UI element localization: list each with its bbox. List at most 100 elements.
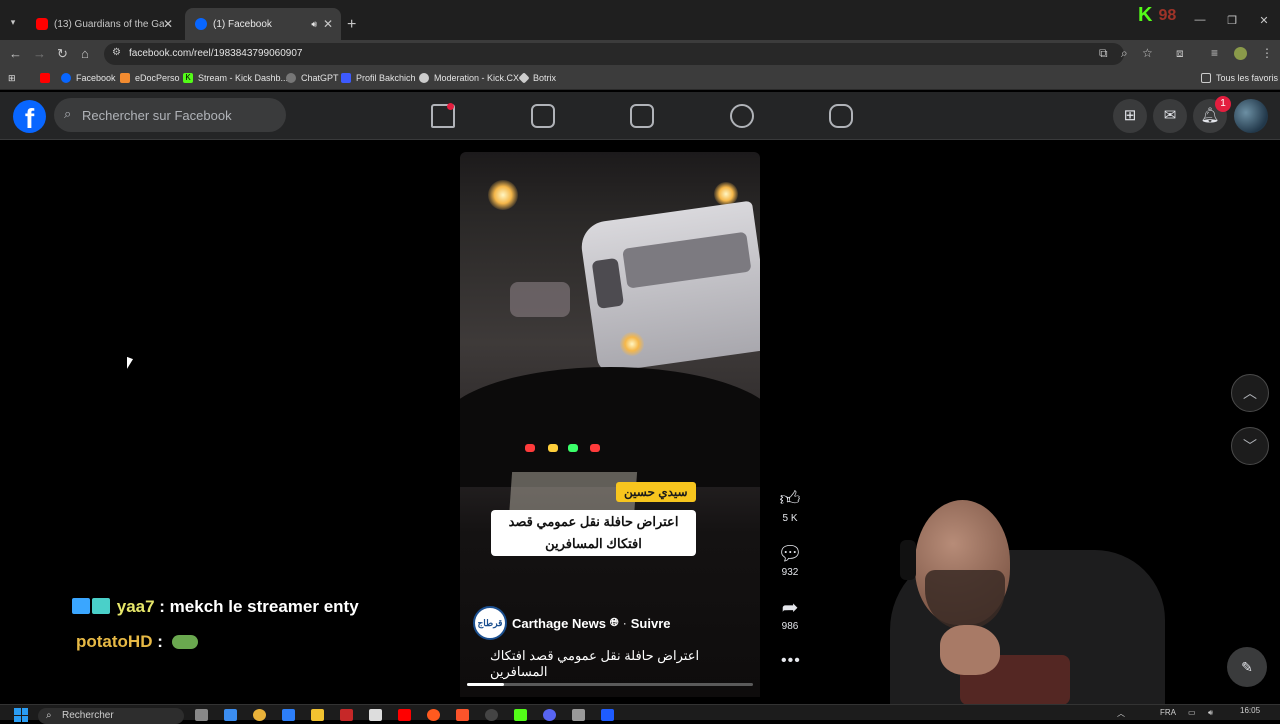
file-explorer-icon[interactable] xyxy=(311,709,324,721)
close-tab-icon[interactable]: ✕ xyxy=(163,17,173,31)
bookmark-kick-dashboard[interactable]: K Stream - Kick Dashb... xyxy=(183,73,288,83)
reel-video[interactable]: سيدي حسين اعتراض حافلة نقل عمومي قصد افت… xyxy=(460,152,760,697)
settings-gear-icon[interactable] xyxy=(572,709,585,721)
menu-grid-icon[interactable]: ⊞ xyxy=(1113,99,1147,133)
chat-badge-icon xyxy=(72,598,90,614)
app-icon[interactable] xyxy=(369,709,382,721)
botrix-icon xyxy=(518,72,530,84)
kick-overlay-badge: K 98 xyxy=(1138,4,1176,27)
tab-youtube[interactable]: (13) Guardians of the Galaxy: A ✕ xyxy=(26,8,181,40)
share-button[interactable]: ➦ 986 xyxy=(770,595,810,632)
obs-icon[interactable] xyxy=(485,709,498,721)
tab-facebook[interactable]: (1) Facebook 🔊︎ ✕ xyxy=(185,8,341,40)
extensions-icon[interactable]: ⧈ xyxy=(1176,46,1184,61)
messenger-icon[interactable]: ✉ xyxy=(1153,99,1187,133)
back-icon[interactable]: ← xyxy=(9,46,22,61)
language-indicator[interactable]: FRA xyxy=(1160,708,1176,717)
share-arrow-icon: ➦ xyxy=(781,597,799,619)
tray-chevron-icon[interactable]: ︿ xyxy=(1117,708,1125,719)
kick-icon[interactable] xyxy=(514,709,527,721)
discord-icon[interactable] xyxy=(543,709,556,721)
kickcx-icon xyxy=(419,73,429,83)
globe-icon: 🌐︎ xyxy=(609,616,619,629)
notification-badge: 1 xyxy=(1215,96,1231,112)
network-icon[interactable]: ▭ xyxy=(1188,708,1196,717)
speaker-icon[interactable]: 🔊︎ xyxy=(311,19,317,30)
bookmark-profil-bakchich[interactable]: Profil Bakchich xyxy=(341,73,416,83)
site-info-icon[interactable]: ⚙ xyxy=(112,47,121,58)
bookmark-edocperso[interactable]: eDocPerso xyxy=(120,73,180,83)
task-view-icon[interactable] xyxy=(195,709,208,721)
all-bookmarks[interactable]: Tous les favoris xyxy=(1201,73,1278,83)
avatar[interactable] xyxy=(1234,99,1268,133)
bookmark-youtube[interactable] xyxy=(40,73,55,83)
nav-marketplace-icon[interactable] xyxy=(630,104,654,128)
frog-emote-icon xyxy=(171,635,198,649)
author-avatar[interactable]: قرطاج xyxy=(473,606,507,640)
bookmark-chatgpt[interactable]: ChatGPT xyxy=(286,73,339,83)
url-text[interactable]: facebook.com/reel/1983843799060907 xyxy=(129,48,302,59)
author-name[interactable]: Carthage News xyxy=(512,616,606,631)
nav-gaming-icon[interactable] xyxy=(829,104,853,128)
reel-author[interactable]: قرطاج Carthage News 🌐︎ · Suivre xyxy=(473,606,670,640)
store-icon[interactable] xyxy=(282,709,295,721)
profile-icon[interactable] xyxy=(1234,47,1247,60)
brave-icon[interactable] xyxy=(456,709,469,721)
chat-message: yaa7 : mekch le streamer enty xyxy=(72,597,359,617)
zoom-icon[interactable]: ⌕ xyxy=(1121,46,1128,61)
install-app-icon[interactable]: ⧉ xyxy=(1099,46,1108,61)
bookmark-facebook[interactable]: Facebook xyxy=(61,73,116,83)
van-headlight xyxy=(620,332,644,356)
nav-groups-icon[interactable] xyxy=(730,104,754,128)
taskbar-clock[interactable]: 16:05 xyxy=(1240,706,1260,715)
next-reel-chevron-down-icon[interactable]: ﹀ xyxy=(1231,427,1269,465)
like-button[interactable]: 👍︎ 5 K xyxy=(770,487,810,524)
comment-bubble-icon: 💬︎ xyxy=(777,543,803,565)
copilot-icon[interactable] xyxy=(224,709,237,721)
minimize-icon[interactable]: — xyxy=(1184,14,1216,27)
streamer-webcam xyxy=(880,485,1180,720)
app-icon[interactable] xyxy=(340,709,353,721)
bookmark-star-icon[interactable]: ☆ xyxy=(1142,46,1153,60)
facebook-icon xyxy=(61,73,71,83)
bookmark-botrix[interactable]: Botrix xyxy=(518,72,556,84)
new-tab-button[interactable]: + xyxy=(347,16,356,34)
search-input[interactable] xyxy=(82,98,278,132)
kick-letter: K xyxy=(1138,4,1153,26)
menu-kebab-icon[interactable]: ⋮ xyxy=(1261,46,1273,60)
previous-reel-chevron-up-icon[interactable]: ︿ xyxy=(1231,374,1269,412)
maximize-icon[interactable]: ❐ xyxy=(1216,14,1248,27)
tab-search-chevron-icon[interactable]: ▾ xyxy=(6,17,20,31)
browser-tab-strip: ▾ (13) Guardians of the Galaxy: A ✕ (1) … xyxy=(0,0,1280,40)
media-control-icon[interactable]: ≡ xyxy=(1211,46,1218,60)
follow-button[interactable]: Suivre xyxy=(631,616,671,631)
video-progress-fill xyxy=(467,683,505,686)
address-bar-row: ← → ↻ ⌂ ⚙ facebook.com/reel/198384379906… xyxy=(0,40,1280,68)
apps-grid-icon[interactable]: ⊞ xyxy=(8,73,16,84)
facebook-logo[interactable]: f xyxy=(13,100,46,133)
search-icon: ⌕ xyxy=(46,710,52,721)
app-icon[interactable] xyxy=(427,709,440,721)
compose-edit-icon[interactable]: ✎ xyxy=(1227,647,1267,687)
chat-text: : mekch le streamer enty xyxy=(159,597,359,616)
close-window-icon[interactable]: ✕ xyxy=(1248,14,1280,27)
volume-icon[interactable]: 🔊︎ xyxy=(1208,708,1213,718)
comment-count: 932 xyxy=(781,567,799,578)
home-icon[interactable]: ⌂ xyxy=(81,46,89,61)
forward-icon[interactable]: → xyxy=(33,46,46,61)
video-progress-bar[interactable] xyxy=(467,683,753,686)
omnibox[interactable]: ⚙ facebook.com/reel/1983843799060907 xyxy=(104,43,1124,65)
home-notification-dot xyxy=(447,103,454,110)
nav-video-icon[interactable] xyxy=(531,104,555,128)
reel-description: اعتراض حافلة نقل عمومي قصد افتكاك المساف… xyxy=(490,648,700,679)
youtube-icon[interactable] xyxy=(398,709,411,721)
bookmark-moderation-kickcx[interactable]: Moderation - Kick.CX xyxy=(419,73,519,83)
more-options-icon[interactable]: ••• xyxy=(781,652,801,670)
reload-icon[interactable]: ↻ xyxy=(57,46,68,62)
facebook-search[interactable]: ⌕ xyxy=(54,98,286,132)
chrome-icon[interactable] xyxy=(253,709,266,721)
app-icon[interactable] xyxy=(601,709,614,721)
close-tab-icon[interactable]: ✕ xyxy=(323,17,333,31)
comment-button[interactable]: 💬︎ 932 xyxy=(770,541,810,578)
taskbar-search[interactable]: ⌕ Rechercher xyxy=(38,708,184,724)
